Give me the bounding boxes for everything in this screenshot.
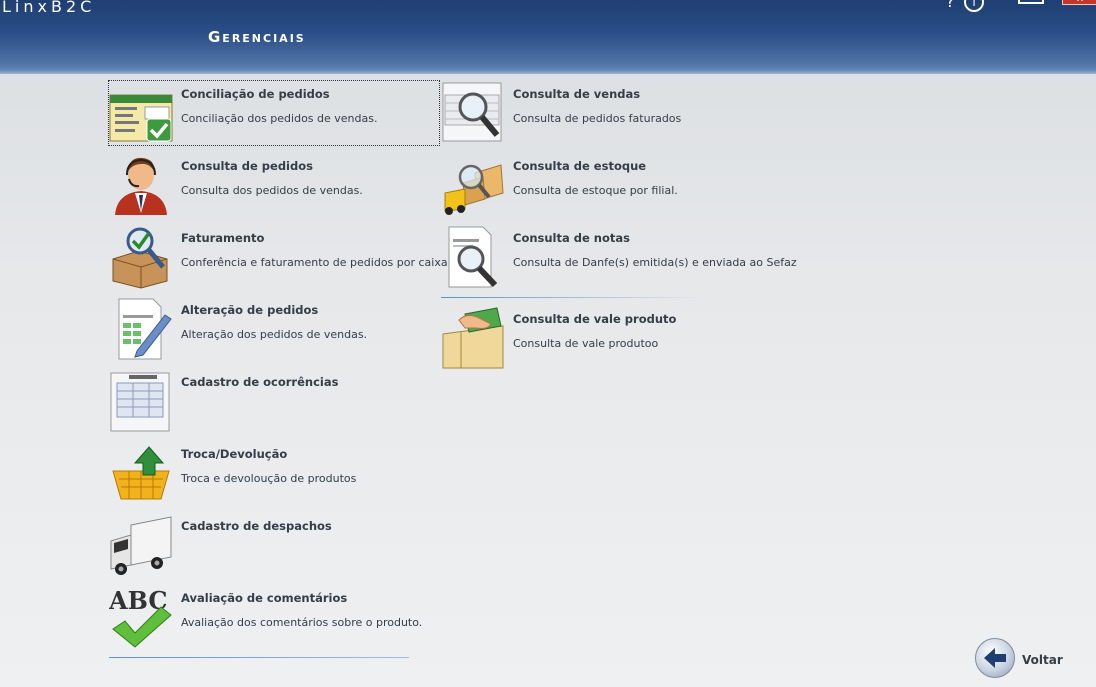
menu-item-faturamento[interactable]: Faturamento Conferência e faturamento de… [109, 225, 451, 289]
menu-item-title: Consulta de vale produto [513, 312, 677, 326]
form-sheet-icon [110, 372, 170, 432]
separator [109, 657, 409, 658]
menu-item-consulta-vendas[interactable]: Consulta de vendas Consulta de pedidos f… [441, 81, 771, 145]
menu-item-title: Conciliação de pedidos [181, 87, 330, 101]
menu-item-ocorrencias[interactable]: Cadastro de ocorrências [109, 369, 439, 433]
back-button[interactable]: Voltar [975, 638, 1075, 680]
invoice-magnifier-icon [448, 226, 498, 288]
menu-item-consulta-pedidos[interactable]: Consulta de pedidos Consulta dos pedidos… [109, 153, 439, 217]
menu-item-description: Avaliação dos comentários sobre o produt… [181, 616, 423, 629]
separator [441, 297, 701, 298]
menu-item-comentarios[interactable]: ABC Avaliação de comentários Avaliação d… [109, 585, 439, 649]
page-title: Gerenciais [208, 28, 306, 46]
app-title: LinxB2C [2, 0, 96, 16]
menu-item-despachos[interactable]: Cadastro de despachos [109, 513, 439, 577]
basket-return-arrow-icon [112, 446, 170, 500]
back-button-label: Voltar [1022, 653, 1063, 667]
menu-item-description: Consulta de pedidos faturados [513, 112, 682, 125]
document-edit-pen-icon [118, 298, 172, 360]
info-icon[interactable]: i [964, 0, 984, 12]
menu-item-vale-produto[interactable]: Consulta de vale produto Consulta de val… [441, 306, 771, 370]
menu-item-consulta-estoque[interactable]: Consulta de estoque Consulta de estoque … [441, 153, 771, 217]
menu-item-title: Alteração de pedidos [181, 303, 319, 317]
menu-item-title: Consulta de notas [513, 231, 630, 245]
back-arrow-icon [975, 638, 1015, 678]
menu-item-conciliacao[interactable]: Conciliação de pedidos Conciliação dos p… [108, 80, 440, 146]
close-icon[interactable]: x [1062, 0, 1096, 5]
menu-item-title: Consulta de pedidos [181, 159, 313, 173]
menu-item-title: Faturamento [181, 231, 265, 245]
title-bar: LinxB2C Gerenciais ? i x [0, 0, 1096, 74]
abc-checkmark-icon: ABC [109, 586, 172, 648]
menu-item-description: Consulta de estoque por filial. [513, 184, 678, 197]
menu-item-description: Consulta de Danfe(s) emitida(s) e enviad… [513, 256, 797, 269]
menu-item-title: Avaliação de comentários [181, 591, 348, 605]
menu-item-description: Alteração dos pedidos de vendas. [181, 328, 368, 341]
minimize-icon[interactable] [1018, 0, 1044, 4]
menu-item-description: Consulta dos pedidos de vendas. [181, 184, 363, 197]
reconciliation-check-icon [109, 94, 173, 142]
menu-item-title: Troca/Devolução [181, 447, 288, 461]
help-icon[interactable]: ? [946, 0, 955, 10]
menu-item-title: Consulta de vendas [513, 87, 641, 101]
menu-item-title: Consulta de estoque [513, 159, 647, 173]
menu-item-description: Conciliação dos pedidos de vendas. [181, 112, 378, 125]
box-magnifier-icon [112, 227, 168, 289]
sales-magnifier-icon [442, 82, 502, 142]
menu-item-description: Conferência e faturamento de pedidos por… [181, 256, 452, 269]
delivery-truck-icon [110, 516, 172, 575]
menu-item-title: Cadastro de despachos [181, 519, 332, 533]
voucher-hand-money-icon [442, 307, 504, 369]
menu-item-description: Troca e devoloução de produtos [181, 472, 357, 485]
forklift-stock-icon [444, 164, 504, 215]
menu-item-consulta-notas[interactable]: Consulta de notas Consulta de Danfe(s) e… [441, 225, 797, 289]
menu-item-troca[interactable]: Troca/Devolução Troca e devoloução de pr… [109, 441, 439, 505]
menu-item-title: Cadastro de ocorrências [181, 375, 339, 389]
customer-service-agent-icon [115, 157, 167, 215]
menu-item-description: Consulta de vale produtoo [513, 337, 659, 350]
menu-item-alteracao[interactable]: Alteração de pedidos Alteração dos pedid… [109, 297, 439, 361]
